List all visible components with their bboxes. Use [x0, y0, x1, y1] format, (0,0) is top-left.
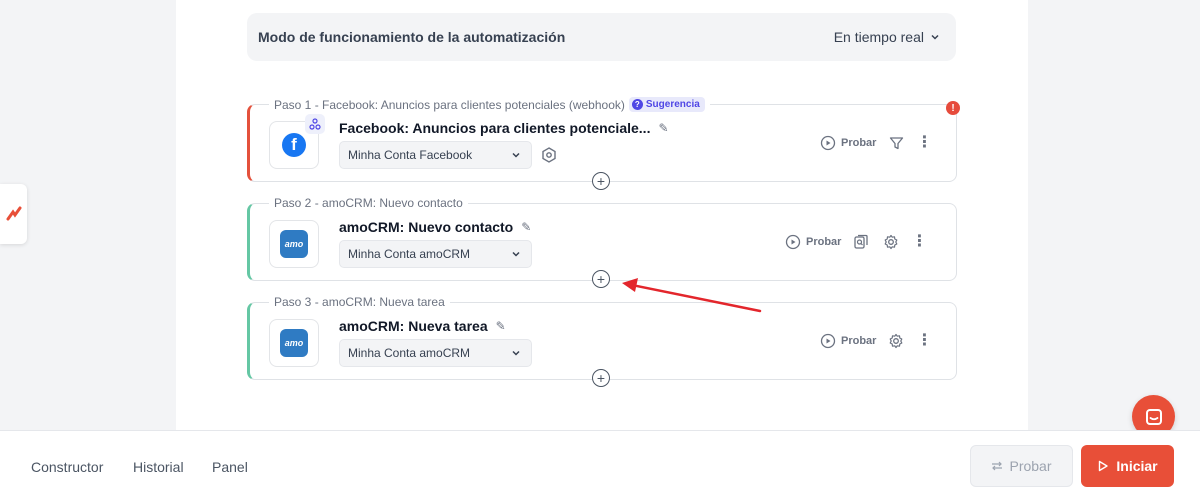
- automation-mode-value: En tiempo real: [833, 29, 924, 45]
- step-3-account-value: Minha Conta amoCRM: [348, 346, 471, 360]
- step-2-title[interactable]: amoCRM: Nuevo contacto ✎: [339, 219, 531, 235]
- step-3-account-select[interactable]: Minha Conta amoCRM: [339, 339, 532, 367]
- chevron-down-icon: [512, 251, 520, 257]
- add-step-button[interactable]: +: [592, 270, 610, 288]
- suggestion-badge[interactable]: ? Sugerencia: [628, 97, 705, 112]
- more-options-icon[interactable]: ⋮: [916, 135, 932, 151]
- step-2-label: Paso 2 - amoCRM: Nuevo contacto: [269, 196, 468, 210]
- step-1-title-text: Facebook: Anuncios para clientes potenci…: [339, 120, 651, 136]
- probar-label: Probar: [841, 137, 877, 149]
- play-circle-icon: [820, 333, 836, 349]
- amocrm-app-tile[interactable]: amo: [269, 220, 319, 268]
- settings-hex-icon[interactable]: [540, 146, 558, 164]
- more-options-icon[interactable]: ⋮: [911, 234, 927, 250]
- probar-label: Probar: [841, 335, 877, 347]
- play-icon: [1099, 460, 1109, 472]
- suggestion-badge-label: Sugerencia: [645, 99, 700, 110]
- probar-label: Probar: [806, 236, 842, 248]
- chat-icon: [1145, 408, 1162, 425]
- step-2-account-value: Minha Conta amoCRM: [348, 247, 471, 261]
- play-circle-icon: [785, 234, 801, 250]
- step-1-label-text: Paso 1 - Facebook: Anuncios para cliente…: [274, 97, 625, 112]
- automation-mode-select[interactable]: En tiempo real: [834, 29, 940, 45]
- brand-mark-icon: [6, 206, 21, 221]
- step-1-probar-button[interactable]: Probar: [820, 135, 876, 151]
- pencil-icon[interactable]: ✎: [658, 121, 668, 135]
- more-options-icon[interactable]: ⋮: [916, 333, 932, 349]
- automation-mode-title: Modo de funcionamiento de la automatizac…: [258, 29, 566, 45]
- alert-icon[interactable]: !: [946, 101, 960, 115]
- search-records-button[interactable]: [851, 232, 871, 252]
- nav-panel[interactable]: Panel: [212, 459, 248, 475]
- step-1-title[interactable]: Facebook: Anuncios para clientes potenci…: [339, 120, 669, 136]
- facebook-icon: f: [282, 133, 306, 157]
- settings-button[interactable]: [881, 232, 901, 252]
- step-1-card[interactable]: Paso 1 - Facebook: Anuncios para cliente…: [247, 97, 957, 182]
- chevron-down-icon: [512, 350, 520, 356]
- add-step-button[interactable]: +: [592, 369, 610, 387]
- step-1-account-value: Minha Conta Facebook: [348, 148, 473, 162]
- step-3-probar-button[interactable]: Probar: [820, 333, 876, 349]
- amocrm-icon: amo: [280, 230, 308, 258]
- chevron-down-icon: [931, 34, 939, 40]
- search-records-icon: [854, 234, 869, 249]
- nav-constructor[interactable]: Constructor: [31, 459, 103, 475]
- step-3-title-text: amoCRM: Nueva tarea: [339, 318, 488, 334]
- iniciar-button-label: Iniciar: [1116, 458, 1158, 474]
- bottom-toolbar: Constructor Historial Panel Probar Inici…: [0, 430, 1200, 493]
- amocrm-icon: amo: [280, 329, 308, 357]
- add-step-button[interactable]: +: [592, 172, 610, 190]
- filter-icon: [889, 136, 904, 149]
- settings-button[interactable]: [886, 331, 906, 351]
- swap-arrows-icon: [992, 461, 1003, 471]
- step-1-label: Paso 1 - Facebook: Anuncios para cliente…: [269, 97, 710, 112]
- automation-mode-bar: Modo de funcionamiento de la automatizac…: [247, 13, 956, 61]
- gear-icon: [890, 333, 903, 349]
- pencil-icon[interactable]: ✎: [496, 319, 506, 333]
- step-3-label: Paso 3 - amoCRM: Nueva tarea: [269, 295, 450, 309]
- step-3-title[interactable]: amoCRM: Nueva tarea ✎: [339, 318, 506, 334]
- step-2-account-select[interactable]: Minha Conta amoCRM: [339, 240, 532, 268]
- step-3-actions: Probar ⋮: [820, 331, 932, 351]
- webhook-icon: [305, 114, 325, 134]
- nav-historial[interactable]: Historial: [133, 459, 184, 475]
- step-2-title-text: amoCRM: Nuevo contacto: [339, 219, 514, 235]
- filter-button[interactable]: [886, 133, 906, 153]
- step-2-probar-button[interactable]: Probar: [785, 234, 841, 250]
- step-1-actions: Probar ⋮: [820, 133, 932, 153]
- iniciar-button[interactable]: Iniciar: [1081, 445, 1174, 487]
- probar-button[interactable]: Probar: [970, 445, 1073, 487]
- gear-icon: [885, 234, 898, 250]
- question-icon: ?: [631, 99, 643, 110]
- amocrm-app-tile[interactable]: amo: [269, 319, 319, 367]
- play-circle-icon: [820, 135, 836, 151]
- side-panel-toggle[interactable]: [0, 184, 27, 244]
- pencil-icon[interactable]: ✎: [521, 220, 531, 234]
- step-2-actions: Probar ⋮: [785, 232, 927, 252]
- chevron-down-icon: [512, 152, 520, 158]
- facebook-app-tile[interactable]: f: [269, 114, 325, 169]
- step-2-label-text: Paso 2 - amoCRM: Nuevo contacto: [274, 196, 463, 210]
- step-3-label-text: Paso 3 - amoCRM: Nueva tarea: [274, 295, 445, 309]
- step-1-account-select[interactable]: Minha Conta Facebook: [339, 141, 532, 169]
- probar-button-label: Probar: [1009, 458, 1052, 474]
